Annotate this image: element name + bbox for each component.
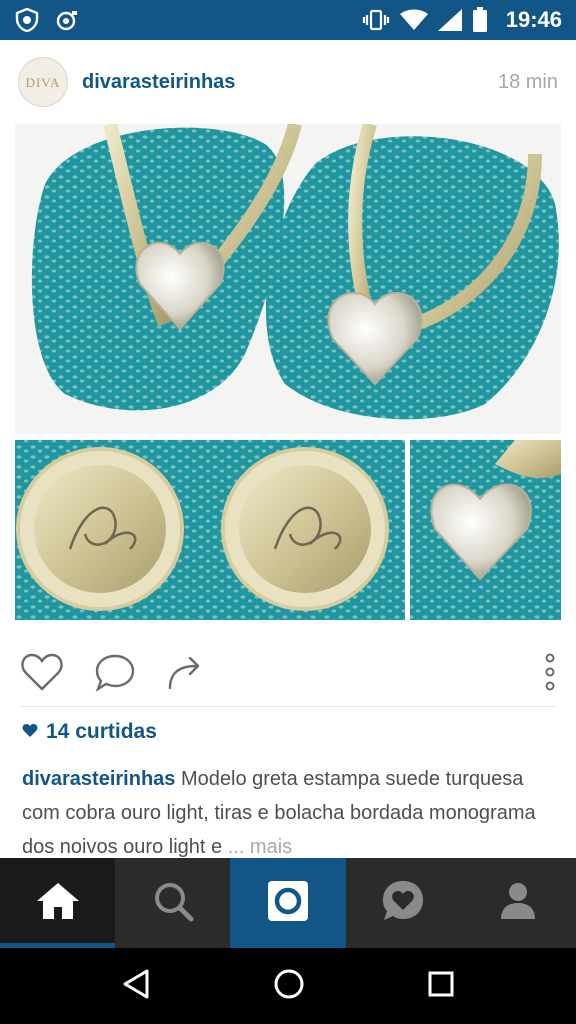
post-image[interactable] — [15, 121, 561, 620]
activity-heart-icon — [381, 879, 425, 928]
comment-icon[interactable] — [94, 652, 136, 692]
camera-notification-icon — [54, 7, 80, 33]
search-icon — [152, 880, 194, 927]
recent-apps-icon[interactable] — [427, 970, 455, 1003]
caption-username[interactable]: divarasteirinhas — [22, 768, 175, 790]
status-bar: 19:46 — [0, 0, 576, 40]
avatar[interactable]: DIVA — [18, 57, 68, 107]
back-icon[interactable] — [121, 968, 151, 1005]
small-heart-icon — [22, 720, 38, 744]
bottom-tab-bar — [0, 858, 576, 948]
wifi-icon — [399, 9, 428, 31]
shield-notification-icon — [14, 7, 40, 33]
share-icon[interactable] — [166, 652, 206, 692]
clock: 19:46 — [505, 7, 562, 32]
likes-text: 14 curtidas — [46, 720, 157, 743]
android-nav-bar — [0, 948, 576, 1024]
battery-icon — [472, 7, 488, 33]
profile-icon — [500, 881, 536, 926]
tab-home[interactable] — [0, 858, 116, 948]
instagram-screen: 19:46 DIVA divarasteirinhas 18 min 14 cu… — [0, 0, 576, 1024]
post-actions — [20, 640, 556, 704]
post-header: DIVA divarasteirinhas 18 min — [0, 40, 576, 124]
post-time: 18 min — [497, 70, 558, 93]
likes-count[interactable]: 14 curtidas — [22, 720, 157, 744]
actions-divider — [20, 706, 556, 707]
tab-activity[interactable] — [346, 858, 461, 948]
home-button-icon[interactable] — [273, 968, 305, 1005]
avatar-logo-text: DIVA — [25, 74, 61, 90]
tab-search[interactable] — [115, 858, 230, 948]
post-caption: divarasteirinhas Modelo greta estampa su… — [22, 762, 558, 864]
tab-profile[interactable] — [461, 858, 576, 948]
heart-icon[interactable] — [20, 652, 64, 692]
more-vertical-icon[interactable] — [544, 652, 556, 692]
post-username[interactable]: divarasteirinhas — [82, 71, 235, 94]
caption-more-link[interactable]: ... mais — [228, 836, 292, 858]
vibrate-icon — [362, 8, 390, 32]
camera-icon — [266, 879, 310, 928]
home-icon — [35, 881, 81, 926]
signal-icon — [437, 9, 462, 31]
tab-camera[interactable] — [230, 858, 346, 948]
